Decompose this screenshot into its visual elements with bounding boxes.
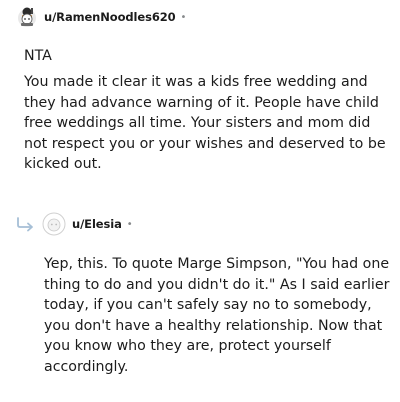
comment-1-body: You made it clear it was a kids free wed… (24, 74, 386, 172)
default-avatar-icon[interactable] (42, 212, 66, 236)
comment-1-username[interactable]: u/RamenNoodles620 (44, 10, 176, 24)
comment-2-username[interactable]: u/Elesia (72, 217, 122, 231)
comment-2-header: u/Elesia • (16, 211, 133, 237)
comment-1-verdict: NTA (24, 48, 52, 64)
snoo-avatar-icon[interactable] (16, 6, 38, 28)
comment-1-header: u/RamenNoodles620 • (16, 4, 186, 30)
comment-1-separator: • (180, 11, 187, 23)
comment-2-separator: • (126, 218, 133, 230)
comment-2-body: Yep, this. To quote Marge Simpson, "You … (44, 256, 390, 375)
reply-arrow-icon (16, 216, 36, 232)
